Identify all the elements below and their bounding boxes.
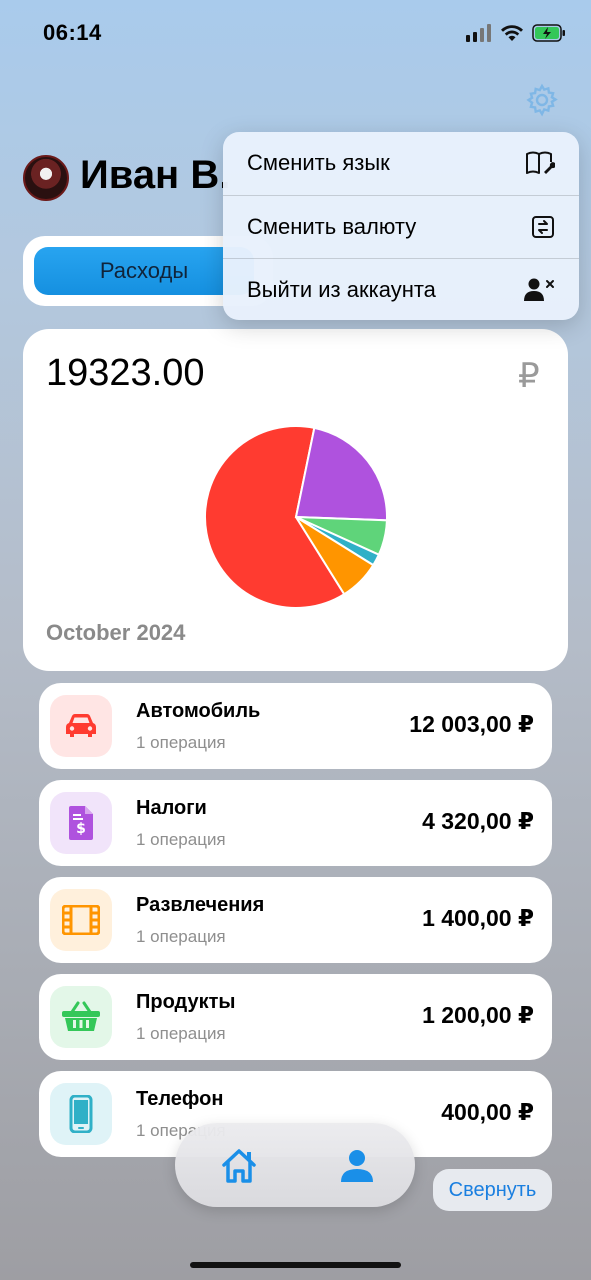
avatar[interactable] bbox=[23, 155, 69, 201]
category-amount: 1 200,00 ₽ bbox=[422, 1002, 534, 1028]
menu-item-logout[interactable]: Выйти из аккаунта bbox=[223, 258, 579, 320]
book-wrench-icon bbox=[526, 151, 555, 174]
category-row-car[interactable]: Автомобиль 1 операция 12 003,00 ₽ bbox=[39, 683, 552, 769]
category-name: Налоги bbox=[136, 797, 207, 819]
category-row-groceries[interactable]: Продукты 1 операция 1 200,00 ₽ bbox=[39, 974, 552, 1060]
settings-menu: Сменить язык Сменить валюту Выйти из акк… bbox=[223, 132, 579, 320]
film-icon bbox=[50, 889, 112, 951]
currency-symbol[interactable]: ₽ bbox=[518, 356, 540, 396]
battery-charging-icon bbox=[532, 24, 565, 42]
menu-item-label: Сменить язык bbox=[247, 150, 390, 175]
category-ops: 1 операция bbox=[136, 830, 226, 849]
home-indicator bbox=[190, 1262, 401, 1268]
category-row-entertainment[interactable]: Развлечения 1 операция 1 400,00 ₽ bbox=[39, 877, 552, 963]
segment-expenses[interactable]: Расходы bbox=[34, 247, 254, 295]
status-time: 06:14 bbox=[43, 20, 102, 45]
category-name: Автомобиль bbox=[136, 700, 261, 722]
cellular-signal-icon bbox=[466, 24, 491, 42]
phone-icon bbox=[50, 1083, 112, 1145]
settings-gear-icon[interactable] bbox=[524, 82, 560, 118]
status-icons bbox=[466, 24, 566, 42]
menu-item-label: Выйти из аккаунта bbox=[247, 276, 436, 302]
period-label[interactable]: October 2024 bbox=[46, 620, 185, 646]
category-amount: 12 003,00 ₽ bbox=[409, 711, 534, 737]
currency-swap-icon bbox=[532, 215, 554, 238]
menu-item-change-currency[interactable]: Сменить валюту bbox=[223, 195, 579, 257]
tab-bar bbox=[175, 1123, 415, 1207]
tax-document-icon: $ bbox=[50, 792, 112, 854]
user-remove-icon bbox=[524, 278, 554, 301]
user-name: Иван В. bbox=[80, 153, 231, 197]
svg-text:$: $ bbox=[76, 821, 86, 837]
car-icon bbox=[50, 695, 112, 757]
expenses-pie-chart[interactable] bbox=[203, 424, 389, 610]
category-name: Продукты bbox=[136, 991, 236, 1013]
category-name: Развлечения bbox=[136, 894, 265, 916]
category-amount: 4 320,00 ₽ bbox=[422, 808, 534, 834]
category-name: Телефон bbox=[136, 1088, 224, 1110]
collapse-button[interactable]: Свернуть bbox=[433, 1169, 552, 1211]
basket-icon bbox=[50, 986, 112, 1048]
wifi-icon bbox=[501, 25, 523, 41]
category-amount: 400,00 ₽ bbox=[441, 1099, 534, 1125]
home-icon[interactable] bbox=[219, 1146, 259, 1186]
category-amount: 1 400,00 ₽ bbox=[422, 905, 534, 931]
category-ops: 1 операция bbox=[136, 1024, 226, 1043]
menu-item-label: Сменить валюту bbox=[247, 213, 417, 239]
profile-icon[interactable] bbox=[337, 1146, 377, 1186]
category-ops: 1 операция bbox=[136, 733, 226, 752]
total-amount: 19323.00 bbox=[46, 352, 205, 394]
category-ops: 1 операция bbox=[136, 927, 226, 946]
category-row-taxes[interactable]: $ Налоги 1 операция 4 320,00 ₽ bbox=[39, 780, 552, 866]
menu-item-change-language[interactable]: Сменить язык bbox=[223, 132, 579, 194]
